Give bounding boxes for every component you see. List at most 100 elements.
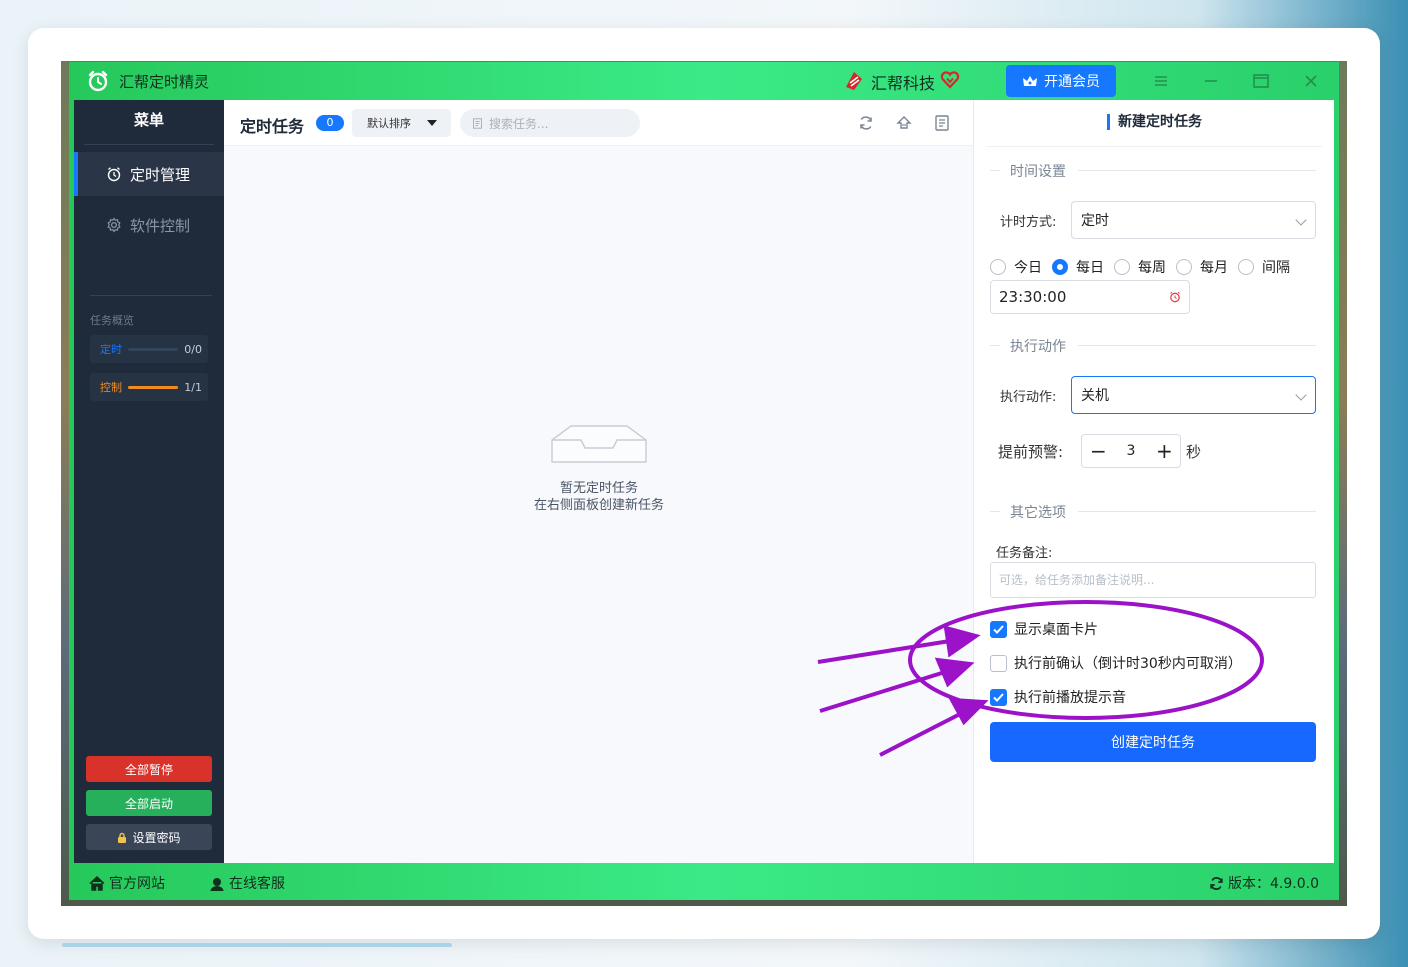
sidebar-item-label: 软件控制 bbox=[130, 216, 191, 235]
minimize-icon[interactable] bbox=[1201, 71, 1221, 91]
clear-icon[interactable] bbox=[895, 114, 913, 132]
show-desktop-card-checkbox[interactable]: 显示桌面卡片 bbox=[990, 619, 1098, 639]
heart-badge-icon bbox=[940, 71, 960, 89]
decrement-button[interactable]: − bbox=[1090, 441, 1107, 461]
set-password-button[interactable]: 设置密码 bbox=[86, 824, 212, 850]
brand-logo-icon bbox=[846, 72, 862, 90]
radio-weekly[interactable]: 每周 bbox=[1114, 257, 1166, 277]
action-select[interactable]: 关机 bbox=[1071, 376, 1316, 414]
menu-icon[interactable] bbox=[1151, 71, 1171, 91]
website-link[interactable]: 官方网站 bbox=[89, 873, 165, 893]
sidebar-item-timer-management[interactable]: 定时管理 bbox=[74, 152, 224, 196]
sidebar-header: 菜单 bbox=[84, 100, 214, 145]
sidebar: 菜单 定时管理 软件控制 任务概览 定时 0/0 控制 1/1 全部暂停 全部启… bbox=[74, 100, 224, 863]
note-input[interactable] bbox=[990, 562, 1316, 598]
create-task-button[interactable]: 创建定时任务 bbox=[990, 722, 1316, 762]
task-list-area: 定时任务 0 默认排序 搜索任务... 暂无定时任务 在右侧面板创建新任务 bbox=[224, 100, 974, 863]
support-label: 在线客服 bbox=[229, 876, 285, 892]
radio-label: 每周 bbox=[1138, 260, 1166, 276]
maximize-icon[interactable] bbox=[1251, 71, 1271, 91]
vip-button-label: 开通会员 bbox=[1044, 74, 1100, 90]
warning-value[interactable]: 3 bbox=[1127, 443, 1136, 459]
radio-label: 今日 bbox=[1014, 260, 1042, 276]
overview-timer-label: 定时 bbox=[100, 343, 122, 356]
overview-control-count: 1/1 bbox=[184, 380, 202, 394]
alarm-clock-icon[interactable] bbox=[1169, 291, 1181, 303]
empty-inbox-icon bbox=[551, 425, 647, 463]
checkbox-label: 显示桌面卡片 bbox=[1014, 622, 1098, 638]
document-icon bbox=[473, 117, 482, 129]
status-bar: 官方网站 在线客服 版本：4.9.0.0 bbox=[69, 863, 1339, 900]
section-title: 执行动作 bbox=[1010, 336, 1066, 356]
search-placeholder: 搜索任务... bbox=[489, 116, 549, 131]
content-area: 菜单 定时管理 软件控制 任务概览 定时 0/0 控制 1/1 全部暂停 全部启… bbox=[74, 100, 1334, 863]
radio-label: 每日 bbox=[1076, 260, 1104, 276]
radio-interval[interactable]: 间隔 bbox=[1238, 257, 1290, 277]
mode-select[interactable]: 定时 bbox=[1071, 201, 1316, 239]
mode-select-value: 定时 bbox=[1081, 213, 1109, 229]
mode-label: 计时方式: bbox=[1000, 215, 1057, 230]
time-input[interactable]: 23:30:00 bbox=[990, 280, 1190, 314]
alarm-clock-icon bbox=[107, 167, 121, 182]
start-all-button[interactable]: 全部启动 bbox=[86, 790, 212, 816]
support-link[interactable]: 在线客服 bbox=[209, 873, 285, 893]
time-value: 23:30:00 bbox=[999, 288, 1067, 306]
log-icon[interactable] bbox=[933, 114, 951, 132]
play-sound-checkbox[interactable]: 执行前播放提示音 bbox=[990, 687, 1126, 707]
radio-daily[interactable]: 每日 bbox=[1052, 257, 1104, 277]
sidebar-item-software-control[interactable]: 软件控制 bbox=[74, 203, 224, 247]
repeat-radio-group: 今日 每日 每周 每月 间隔 bbox=[990, 257, 1300, 277]
headset-icon bbox=[210, 877, 224, 891]
page-title: 定时任务 bbox=[240, 117, 305, 136]
pause-all-button[interactable]: 全部暂停 bbox=[86, 756, 212, 782]
close-icon[interactable] bbox=[1301, 71, 1321, 91]
set-password-label: 设置密码 bbox=[132, 830, 181, 845]
section-action: 执行动作 bbox=[990, 335, 1316, 356]
overview-control-bar bbox=[128, 385, 179, 389]
overview-title: 任务概览 bbox=[90, 314, 134, 327]
refresh-icon[interactable] bbox=[857, 114, 875, 132]
confirm-before-run-checkbox[interactable]: 执行前确认（倒计时30秒内可取消） bbox=[990, 653, 1242, 673]
overview-control-row: 控制 1/1 bbox=[90, 373, 208, 401]
card-scrollbar[interactable] bbox=[62, 943, 452, 947]
new-task-panel: 新建定时任务 时间设置 计时方式: 定时 今日 每日 每周 每月 间隔 23:3… bbox=[974, 100, 1334, 863]
panel-divider bbox=[986, 146, 1322, 147]
sort-select-label: 默认排序 bbox=[367, 117, 411, 130]
version-info[interactable]: 版本：4.9.0.0 bbox=[1209, 873, 1319, 893]
overview-timer-bar bbox=[128, 347, 179, 351]
crown-icon bbox=[1023, 76, 1037, 86]
panel-title: 新建定时任务 bbox=[1107, 114, 1202, 130]
website-label: 官方网站 bbox=[109, 876, 165, 892]
radio-today[interactable]: 今日 bbox=[990, 257, 1042, 277]
increment-button[interactable]: + bbox=[1156, 441, 1173, 461]
checkbox-label: 执行前播放提示音 bbox=[1014, 690, 1126, 706]
empty-state-hint: 在右侧面板创建新任务 bbox=[533, 498, 664, 513]
section-time-settings: 时间设置 bbox=[990, 160, 1316, 181]
radio-label: 每月 bbox=[1200, 260, 1228, 276]
start-all-label: 全部启动 bbox=[124, 796, 173, 811]
sort-select[interactable]: 默认排序 bbox=[352, 109, 451, 137]
overview-control-label: 控制 bbox=[100, 381, 122, 394]
note-label: 任务备注: bbox=[996, 546, 1053, 561]
task-toolbar: 定时任务 0 默认排序 搜索任务... bbox=[224, 100, 973, 146]
app-window: 汇帮定时精灵 汇帮科技 开通会员 菜单 定时管理 软件控制 任务概览 定时 0/… bbox=[69, 62, 1339, 900]
brand-name: 汇帮科技 bbox=[871, 74, 936, 93]
home-icon bbox=[89, 875, 105, 891]
sidebar-divider bbox=[90, 295, 212, 296]
action-select-value: 关机 bbox=[1081, 388, 1109, 404]
radio-monthly[interactable]: 每月 bbox=[1176, 257, 1228, 277]
action-label: 执行动作: bbox=[1000, 390, 1057, 405]
warning-stepper: − 3 + bbox=[1081, 434, 1181, 468]
search-input[interactable]: 搜索任务... bbox=[460, 109, 640, 137]
warning-unit: 秒 bbox=[1186, 443, 1202, 461]
alarm-clock-icon bbox=[88, 70, 108, 92]
version-label: 版本：4.9.0.0 bbox=[1228, 876, 1319, 892]
section-title: 其它选项 bbox=[1010, 502, 1066, 522]
pause-all-label: 全部暂停 bbox=[124, 762, 173, 777]
section-other-options: 其它选项 bbox=[990, 501, 1316, 522]
section-title: 时间设置 bbox=[1010, 161, 1066, 181]
vip-button[interactable]: 开通会员 bbox=[1006, 65, 1116, 97]
refresh-icon bbox=[1210, 876, 1223, 890]
create-task-label: 创建定时任务 bbox=[1111, 735, 1195, 751]
checkbox-label: 执行前确认（倒计时30秒内可取消） bbox=[1014, 656, 1242, 672]
